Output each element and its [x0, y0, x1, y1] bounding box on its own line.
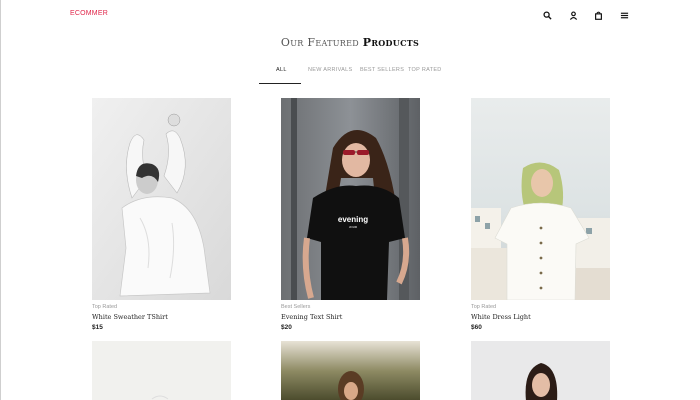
top-navbar: ECOMMER — [0, 0, 700, 30]
active-tab-indicator — [259, 83, 301, 84]
product-price: $20 — [281, 324, 292, 331]
search-icon[interactable] — [540, 8, 554, 22]
section-title-strong: Products — [362, 36, 420, 49]
product-photo-woman-black-tshirt: evening JOUR — [281, 98, 420, 300]
product-image[interactable]: evening JOUR — [281, 98, 420, 300]
tab-best-sellers[interactable]: BEST SELLERS — [360, 67, 404, 73]
product-image[interactable] — [471, 98, 610, 300]
page-edge — [0, 0, 1, 400]
product-category: Top Rated — [92, 304, 118, 310]
filter-tabs: ALL NEW ARRIVALS BEST SELLERS TOP RATED — [0, 67, 700, 85]
product-card[interactable]: evening JOUR Best Sellers Evening Text S… — [281, 98, 420, 331]
tab-new-arrivals[interactable]: NEW ARRIVALS — [308, 67, 352, 73]
section-title-light: Our Featured — [280, 36, 359, 49]
product-photo-woman-white-sweater — [92, 98, 231, 300]
product-photo-woman-field — [281, 341, 420, 400]
tab-all[interactable]: ALL — [276, 67, 287, 73]
product-photo-woman-white-dress — [471, 98, 610, 300]
product-name[interactable]: White Sweather TShirt — [92, 313, 231, 321]
product-card[interactable]: Top Rated White Dress Light $60 — [471, 98, 610, 331]
product-photo-placeholder — [92, 341, 231, 400]
shirt-print-line2: JOUR — [349, 225, 358, 229]
menu-icon[interactable] — [617, 8, 631, 22]
product-category: Best Sellers — [281, 304, 311, 310]
product-category: Top Rated — [471, 304, 497, 310]
tab-top-rated[interactable]: TOP RATED — [408, 67, 442, 73]
shirt-print-line1: evening — [338, 215, 368, 224]
logo[interactable]: ECOMMER — [70, 10, 108, 17]
product-name[interactable]: White Dress Light — [471, 313, 610, 321]
product-image[interactable] — [92, 341, 231, 400]
product-price: $15 — [92, 324, 103, 331]
product-image[interactable] — [471, 341, 610, 400]
product-price: $60 — [471, 324, 482, 331]
bag-icon[interactable] — [591, 8, 605, 22]
product-name[interactable]: Evening Text Shirt — [281, 313, 420, 321]
product-card[interactable] — [92, 341, 231, 400]
product-photo-woman-portrait — [471, 341, 610, 400]
product-image[interactable] — [281, 341, 420, 400]
section-title: Our Featured Products — [0, 36, 700, 49]
product-card[interactable]: Top Rated White Sweather TShirt $15 — [92, 98, 231, 331]
product-image[interactable] — [92, 98, 231, 300]
product-card[interactable] — [281, 341, 420, 400]
user-icon[interactable] — [566, 8, 580, 22]
product-card[interactable] — [471, 341, 610, 400]
